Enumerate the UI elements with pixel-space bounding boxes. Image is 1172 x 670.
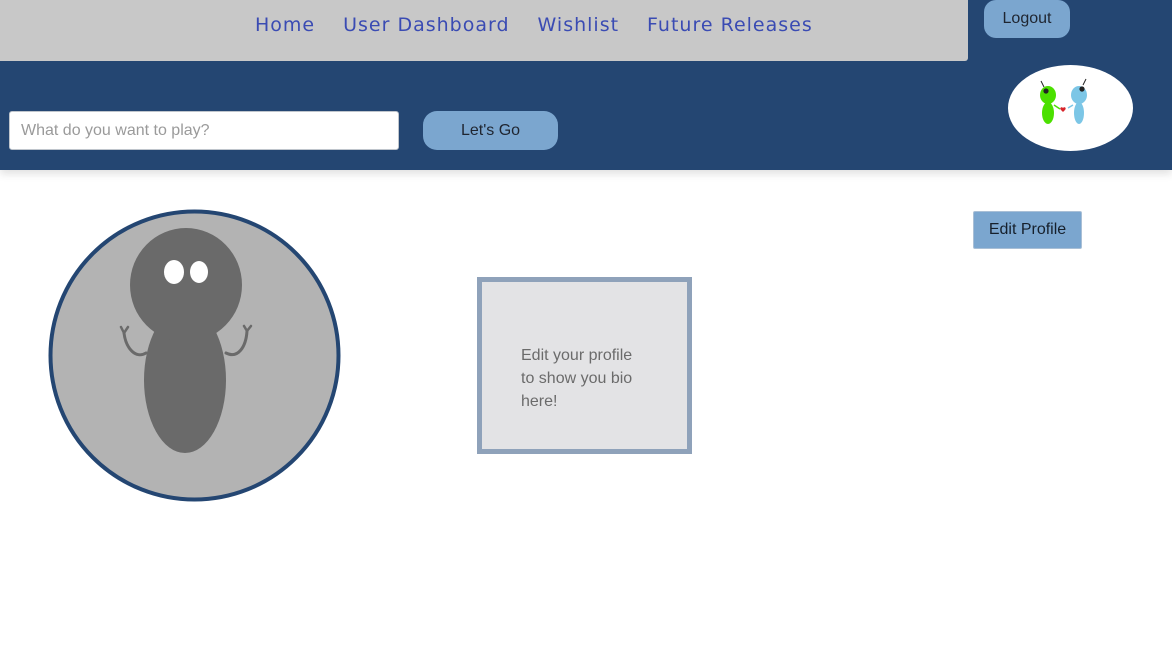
- nav-link-wishlist[interactable]: Wishlist: [524, 14, 634, 36]
- avatar: [48, 209, 341, 502]
- bio-box: Edit your profile to show you bio here!: [477, 277, 692, 454]
- bio-placeholder-text: Edit your profile to show you bio here!: [521, 347, 633, 410]
- nav-link-home[interactable]: Home: [241, 14, 329, 36]
- nav-bar: Home User Dashboard Wishlist Future Rele…: [0, 0, 968, 61]
- logo-icon: [1040, 78, 1087, 124]
- page: Home User Dashboard Wishlist Future Rele…: [0, 0, 1172, 670]
- nav-link-user-dashboard[interactable]: User Dashboard: [329, 14, 523, 36]
- logout-button[interactable]: Logout: [984, 0, 1070, 38]
- nav-links: Home User Dashboard Wishlist Future Rele…: [241, 0, 827, 50]
- lets-go-button[interactable]: Let's Go: [423, 111, 558, 150]
- edit-profile-button[interactable]: Edit Profile: [973, 211, 1082, 249]
- search-input[interactable]: [9, 111, 399, 150]
- header: Home User Dashboard Wishlist Future Rele…: [0, 0, 1172, 170]
- avatar-figure-icon: [48, 209, 341, 502]
- logo[interactable]: [1008, 65, 1133, 151]
- nav-link-future-releases[interactable]: Future Releases: [633, 14, 827, 36]
